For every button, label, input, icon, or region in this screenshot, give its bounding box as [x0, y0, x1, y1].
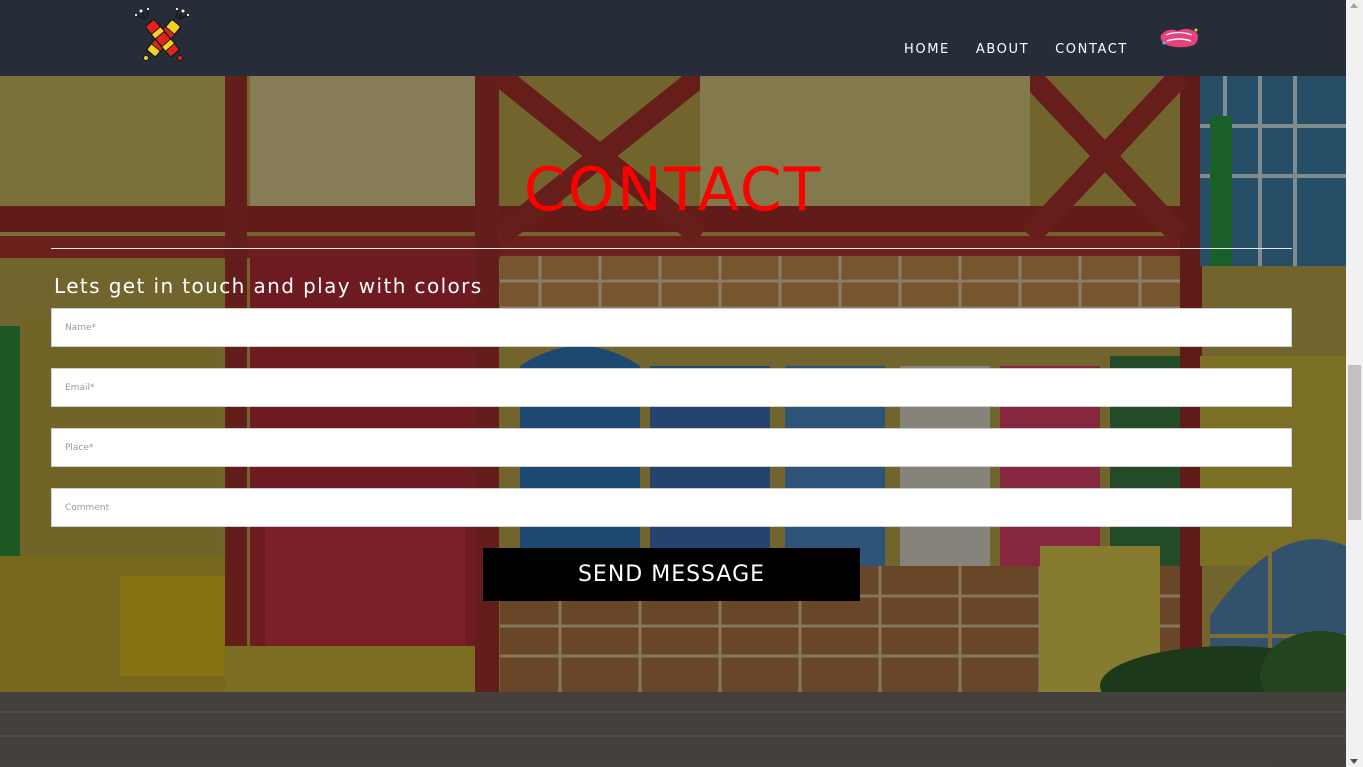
email-field[interactable] [51, 368, 1292, 407]
contact-section: CONTACT Lets get in touch and play with … [0, 0, 1346, 767]
comment-field[interactable] [51, 488, 1292, 527]
nav-about-link[interactable]: ABOUT [976, 42, 1029, 58]
site-header: HOME ABOUT CONTACT [0, 0, 1346, 76]
scrollbar-thumb[interactable] [1348, 365, 1361, 520]
nav-home-link[interactable]: HOME [904, 42, 950, 58]
scroll-up-arrow-icon[interactable] [1350, 3, 1358, 8]
page-title: CONTACT [523, 155, 823, 225]
crossed-firecrackers-logo-icon[interactable] [132, 6, 194, 66]
page-scrollbar[interactable] [1346, 0, 1363, 767]
place-field[interactable] [51, 428, 1292, 467]
scroll-down-arrow-icon[interactable] [1350, 759, 1358, 764]
contact-subtitle: Lets get in touch and play with colors [54, 274, 483, 298]
happy-holi-badge-icon[interactable] [1158, 26, 1200, 48]
title-divider [51, 248, 1292, 249]
nav-contact-link[interactable]: CONTACT [1055, 42, 1128, 58]
send-message-button[interactable]: SEND MESSAGE [483, 548, 860, 601]
name-field[interactable] [51, 308, 1292, 347]
main-nav: HOME ABOUT CONTACT [904, 42, 1154, 58]
